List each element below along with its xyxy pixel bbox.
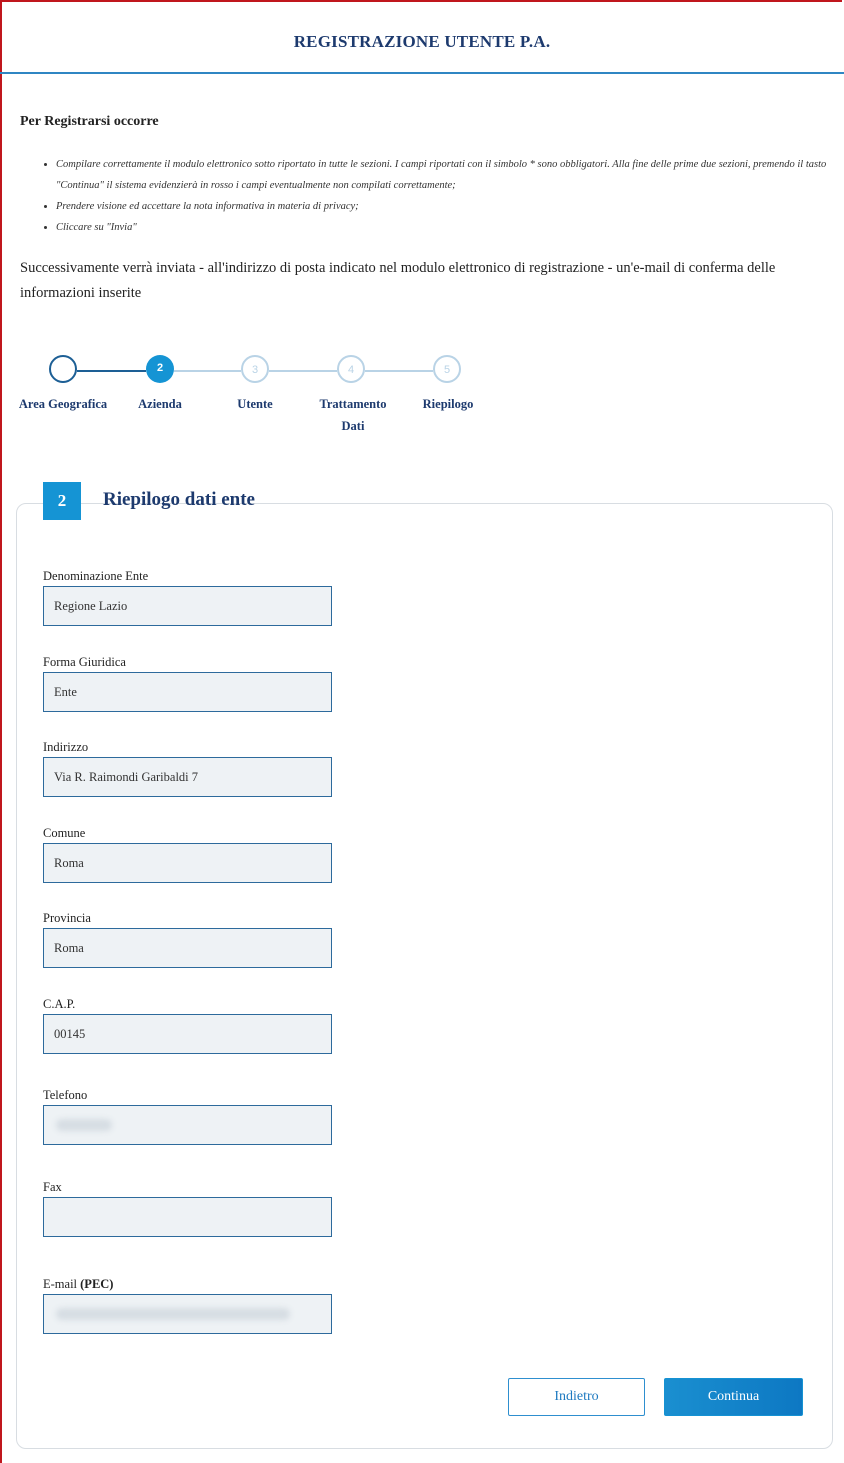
instructions-list: Compilare correttamente il modulo elettr… xyxy=(40,154,844,238)
step-2-circle: 2 xyxy=(146,355,174,383)
step-2-label: Azienda xyxy=(138,397,182,411)
step-3-circle: 3 xyxy=(241,355,269,383)
field-label-telefono: Telefono xyxy=(43,1088,88,1102)
field-label-cap: C.A.P. xyxy=(43,997,76,1011)
email-label-text: E-mail xyxy=(43,1277,78,1291)
step-connector-3-4 xyxy=(269,370,337,372)
field-label-denominazione: Denominazione Ente xyxy=(43,569,149,583)
page-header: REGISTRAZIONE UTENTE P.A. xyxy=(0,0,844,74)
email-pec-field[interactable] xyxy=(43,1294,332,1334)
field-label-indirizzo: Indirizzo xyxy=(43,740,89,754)
instruction-item: Prendere visione ed accettare la nota in… xyxy=(56,196,844,217)
step-connector-4-5 xyxy=(365,370,433,372)
step-4-circle: 4 xyxy=(337,355,365,383)
comune-field[interactable]: Roma xyxy=(43,843,332,883)
field-label-fax: Fax xyxy=(43,1180,62,1194)
step-connector-2-3 xyxy=(174,370,241,372)
continue-button[interactable]: Continua xyxy=(664,1378,803,1416)
intro-heading: Per Registrarsi occorre xyxy=(20,114,159,129)
confirmation-note: Successivamente verrà inviata - all'indi… xyxy=(20,260,776,301)
field-label-email-pec: E-mail (PEC) xyxy=(43,1277,113,1292)
step-4-label: Trattamento Dati xyxy=(319,397,387,433)
section-number-badge: 2 xyxy=(43,482,81,520)
cap-field[interactable]: 00145 xyxy=(43,1014,332,1054)
field-label-provincia: Provincia xyxy=(43,911,91,925)
section-header: 2 Riepilogo dati ente xyxy=(43,482,255,520)
provincia-field[interactable]: Roma xyxy=(43,928,332,968)
instruction-item: Cliccare su "Invia" xyxy=(56,217,844,238)
indirizzo-field[interactable]: Via R. Raimondi Garibaldi 7 xyxy=(43,757,332,797)
back-button[interactable]: Indietro xyxy=(508,1378,645,1416)
step-1-circle[interactable] xyxy=(49,355,77,383)
field-label-forma-giuridica: Forma Giuridica xyxy=(43,655,126,669)
redacted-email xyxy=(56,1308,290,1320)
instruction-item: Compilare correttamente il modulo elettr… xyxy=(56,154,844,196)
step-5-circle: 5 xyxy=(433,355,461,383)
forma-giuridica-field[interactable]: Ente xyxy=(43,672,332,712)
step-5-label: Riepilogo xyxy=(422,397,474,411)
step-1-label[interactable]: Area Geografica xyxy=(8,393,118,415)
pec-label-text: (PEC) xyxy=(80,1277,114,1291)
step-connector-1-2 xyxy=(77,370,146,372)
step-3-label: Utente xyxy=(237,397,273,411)
redacted-phone xyxy=(56,1119,112,1131)
field-label-comune: Comune xyxy=(43,826,86,840)
page-title: REGISTRAZIONE UTENTE P.A. xyxy=(293,32,551,51)
fax-field[interactable] xyxy=(43,1197,332,1237)
registration-stepper: 2 3 4 5 Area Geografica Azienda Utente T… xyxy=(0,355,500,445)
denominazione-ente-field[interactable]: Regione Lazio xyxy=(43,586,332,626)
section-title: Riepilogo dati ente xyxy=(103,489,255,510)
telefono-field[interactable] xyxy=(43,1105,332,1145)
